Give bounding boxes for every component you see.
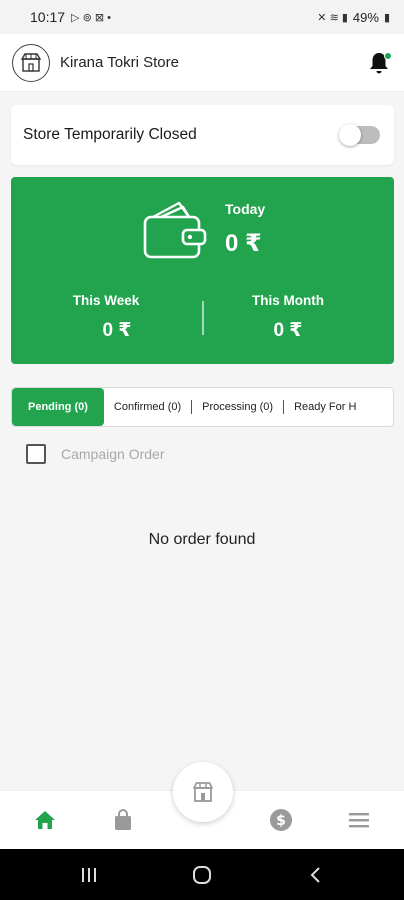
signal-icons: ✕ ≋ ▮ [317,11,348,24]
notification-icons: ▷ ⊚ ⊠ • [71,11,111,24]
battery-icon: ▮ [383,11,390,24]
today-value: 0 ₹ [225,230,262,257]
status-time: 10:17 [30,9,66,25]
campaign-order-checkbox[interactable] [26,444,46,464]
tab-pending[interactable]: Pending (0) [12,388,104,426]
month-label: This Month [252,293,324,308]
menu-icon[interactable] [346,807,372,833]
earnings-divider [202,301,204,335]
store-closed-toggle[interactable] [339,124,380,146]
battery-percent: 49% [352,9,379,25]
tab-ready-for-handover[interactable]: Ready For H [284,388,366,426]
back-icon[interactable] [303,862,329,888]
recent-apps-icon[interactable] [76,862,102,888]
bell-icon[interactable] [368,51,392,75]
notification-dot [384,51,392,60]
bag-icon[interactable] [110,807,136,833]
week-value: 0 ₹ [102,320,132,341]
store-icon[interactable] [173,762,233,822]
store-status-card: Store Temporarily Closed [11,105,394,165]
campaign-order-label: Campaign Order [61,446,165,462]
tab-processing[interactable]: Processing (0) [192,388,283,426]
status-bar: 10:17 ▷ ⊚ ⊠ • ✕ ≋ ▮ 49% ▮ [0,0,404,34]
week-label: This Week [72,293,140,308]
tab-confirmed[interactable]: Confirmed (0) [104,388,191,426]
order-status-tabs: Pending (0) Confirmed (0) Processing (0)… [11,387,394,427]
empty-orders-message: No order found [148,531,256,548]
wallet-icon [139,195,207,268]
today-label: Today [225,201,266,217]
system-navigation-bar [0,849,404,900]
dollar-icon[interactable]: $ [268,807,294,833]
toggle-knob [339,124,361,146]
month-value: 0 ₹ [273,320,303,341]
app-header: Kirana Tokri Store [0,34,404,92]
earnings-card: Today 0 ₹ This Week 0 ₹ This Month 0 ₹ [11,177,394,364]
home-button-icon[interactable] [189,862,215,888]
store-name: Kirana Tokri Store [60,54,179,71]
kirana-tokri-logo [12,43,50,82]
home-icon[interactable] [32,807,58,833]
store-closed-label: Store Temporarily Closed [23,126,197,143]
campaign-order-filter[interactable]: Campaign Order [26,444,165,464]
svg-text:$: $ [276,813,286,829]
